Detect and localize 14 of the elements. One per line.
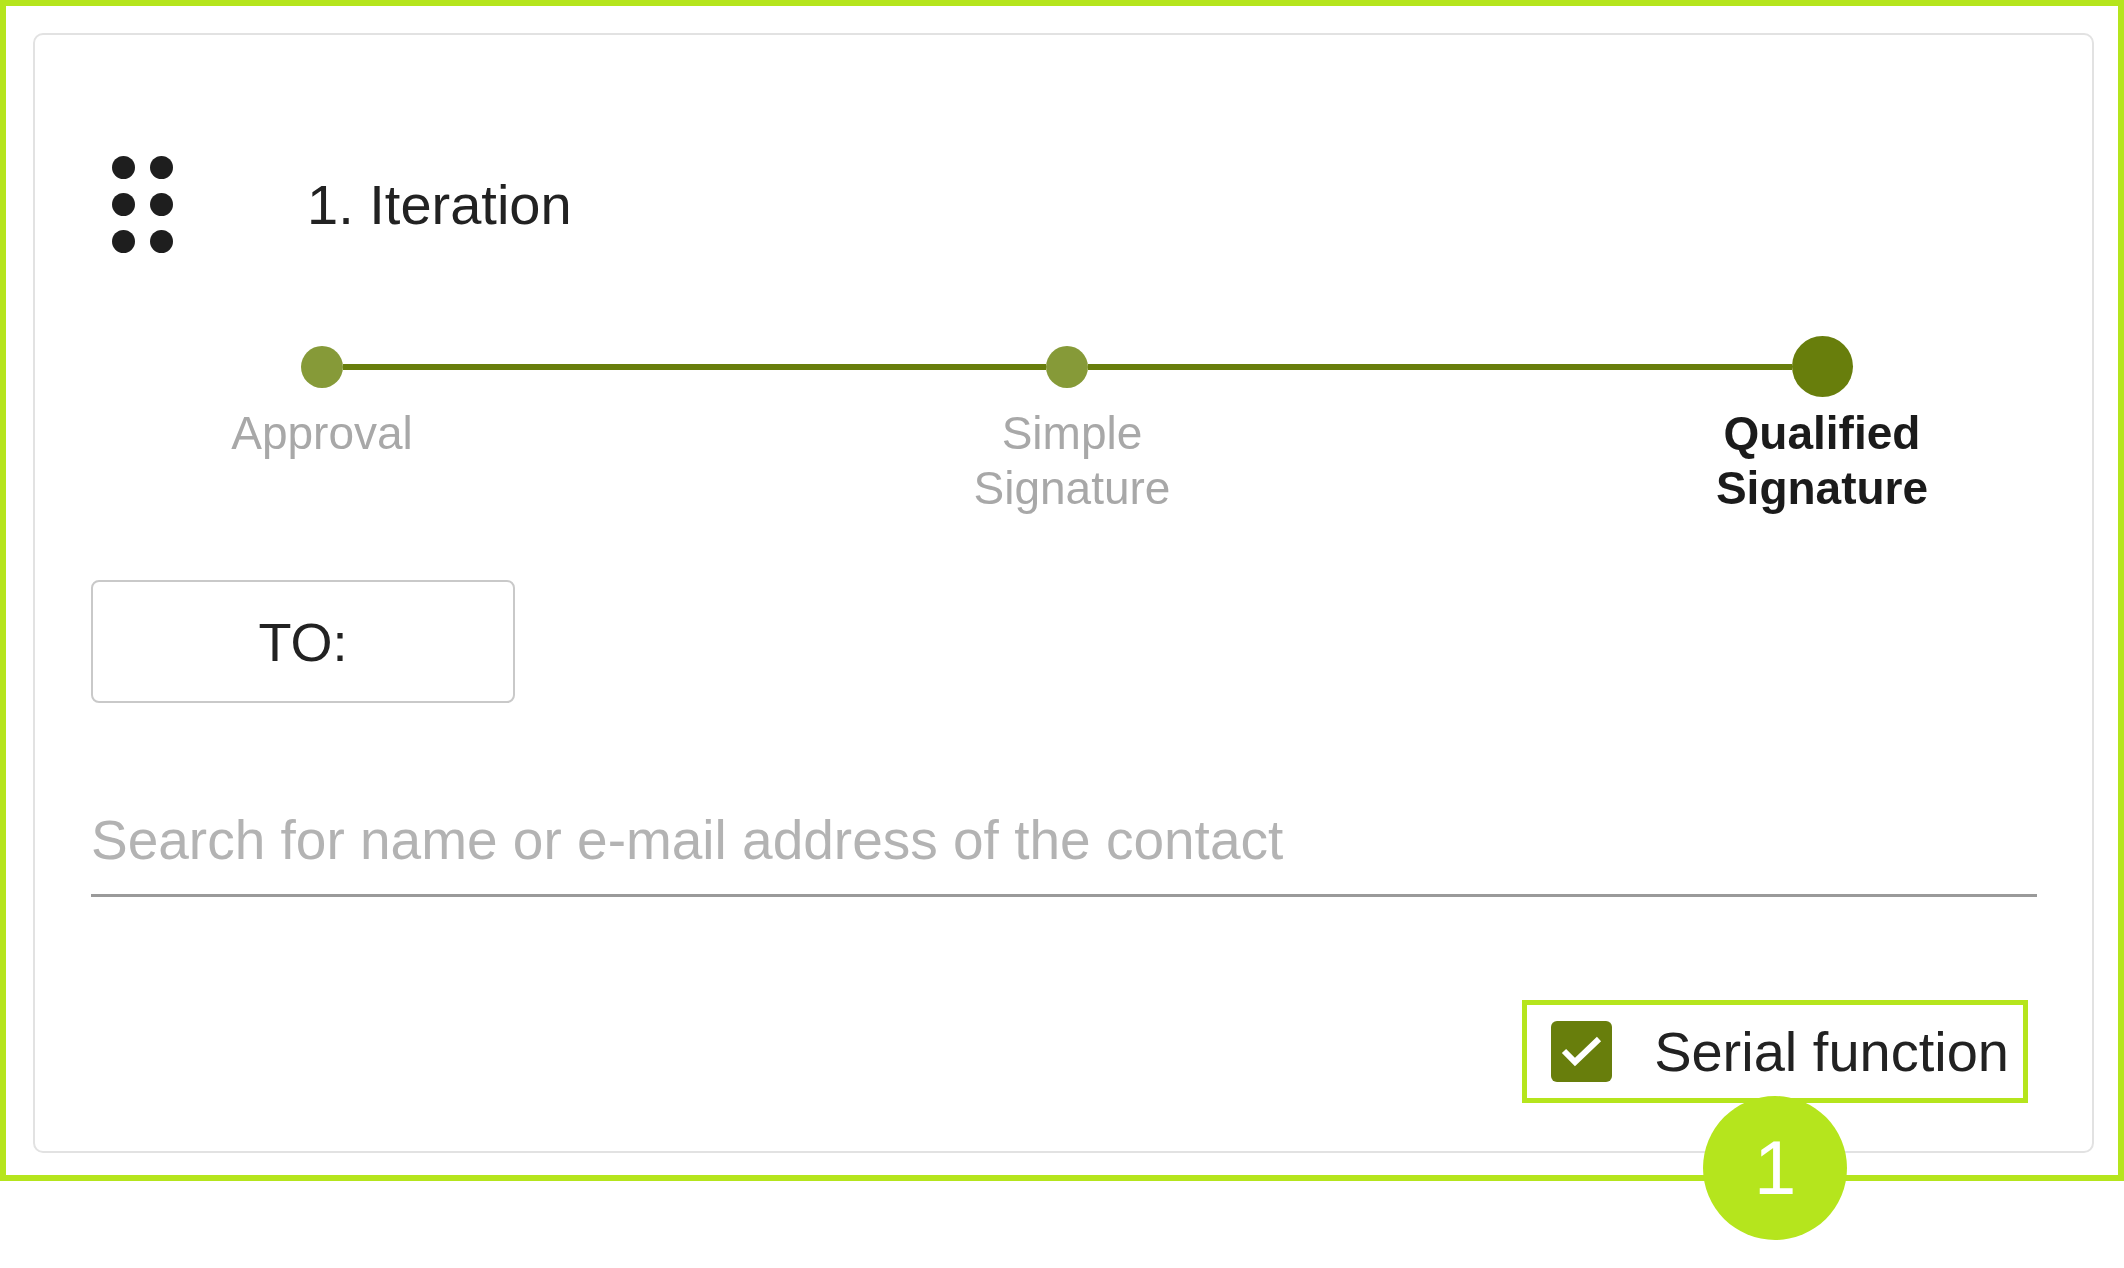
step-dot[interactable] [1046, 345, 1089, 388]
step-dot[interactable] [301, 345, 343, 388]
step-dot[interactable] [1791, 336, 1853, 397]
drag-handle-icon[interactable] [112, 156, 173, 253]
step-label: Simple Signature [973, 406, 1171, 516]
callout-number: 1 [1703, 1096, 1848, 1240]
step-label: Qualified Signature [1715, 406, 1929, 516]
checkbox-label: Serial function [1654, 1019, 2009, 1084]
check-icon [1561, 1036, 1603, 1067]
checkbox[interactable] [1551, 1021, 1613, 1082]
to-button[interactable]: TO: [91, 580, 515, 703]
iteration-title: 1. Iteration [307, 171, 572, 238]
search-field[interactable]: Search for name or e-mail address of the contact [91, 786, 2037, 897]
step-label: Approval [231, 406, 413, 461]
